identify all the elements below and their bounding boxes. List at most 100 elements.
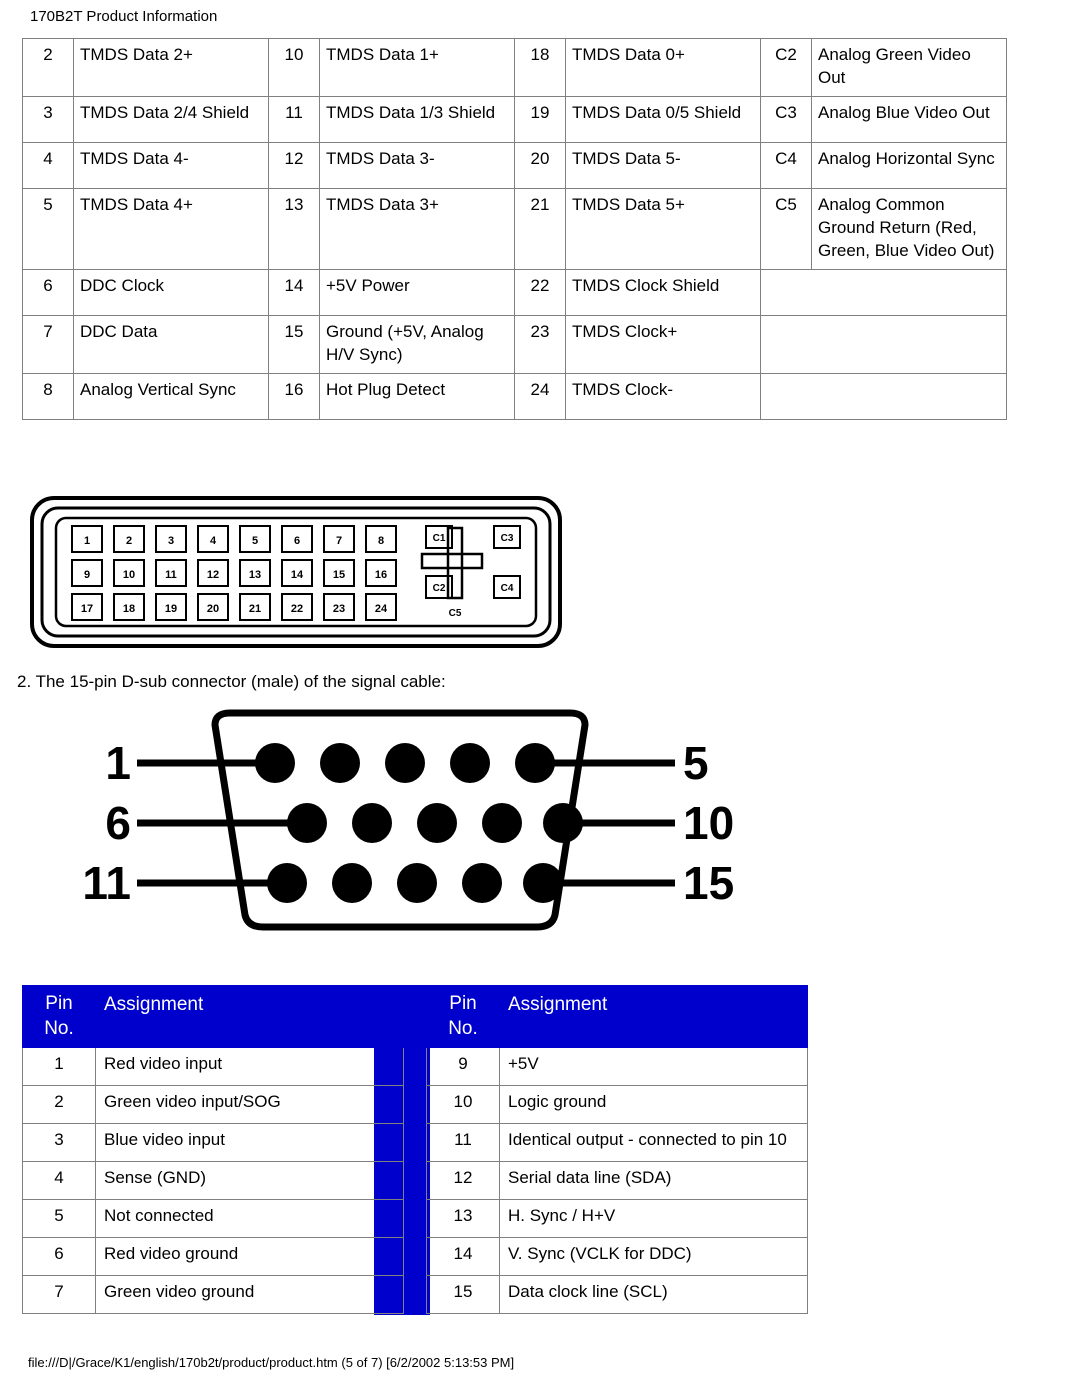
page-footer-path: file:///D|/Grace/K1/english/170b2t/produ… [28, 1355, 515, 1370]
vga-column-spacer [403, 1161, 427, 1200]
table-row: 7 Green video ground 15 Data clock line … [22, 1275, 808, 1315]
table-row: 3 TMDS Data 2/4 Shield 11 TMDS Data 1/3 … [22, 95, 1007, 143]
vga-pin-number: 15 [426, 1275, 500, 1315]
vga-pin-assignment: Identical output - connected to pin 10 [499, 1123, 808, 1163]
dvi-pin-name: TMDS Data 1+ [319, 38, 515, 97]
svg-text:15: 15 [333, 569, 345, 581]
svg-text:18: 18 [123, 603, 135, 615]
svg-text:22: 22 [291, 603, 303, 615]
table-row: 8 Analog Vertical Sync 16 Hot Plug Detec… [22, 372, 1007, 420]
vga-pin-assignment: V. Sync (VCLK for DDC) [499, 1237, 808, 1277]
dvi-pin-number: C5 [760, 187, 812, 270]
vga-column-spacer [403, 985, 427, 1048]
dvi-pin-name: Analog Vertical Sync [73, 372, 269, 420]
dvi-pin-number: C3 [760, 95, 812, 143]
dvi-pin-number: 6 [22, 268, 74, 316]
vga-pin-assignment-table: Pin No. Assignment Pin No. Assignment 1 … [22, 984, 808, 1315]
dvi-pin-number: 24 [514, 372, 566, 420]
dvi-pin-name: TMDS Data 5- [565, 141, 761, 189]
vga-pin-assignment: Sense (GND) [95, 1161, 404, 1201]
vga-column-spacer [403, 1237, 427, 1276]
svg-text:24: 24 [375, 603, 388, 615]
dvi-pin-number: 13 [268, 187, 320, 270]
dvi-connector-diagram: 1234 5678 9 10 11 12 13 14 15 16 17 18 19 20 21 22… [28, 492, 568, 652]
svg-text:8: 8 [378, 535, 384, 547]
vga-pin-assignment: H. Sync / H+V [499, 1199, 808, 1239]
dvi-pin-number: 14 [268, 268, 320, 316]
svg-text:20: 20 [207, 603, 219, 615]
dvi-pin-name: Analog Common Ground Return (Red, Green,… [811, 187, 1007, 270]
vga-pin-assignment: Blue video input [95, 1123, 404, 1163]
svg-text:C2: C2 [433, 583, 446, 594]
vga-column-spacer [403, 1085, 427, 1124]
vga-pin-assignment: Data clock line (SCL) [499, 1275, 808, 1315]
vga-header-assignment-right: Assignment [499, 984, 808, 1049]
dvi-pin-name: TMDS Clock Shield [565, 268, 761, 316]
vga-pin-number: 11 [426, 1123, 500, 1163]
svg-text:19: 19 [165, 603, 177, 615]
svg-text:C4: C4 [501, 583, 514, 594]
vga-column-spacer [403, 1275, 427, 1314]
dvi-pin-name: TMDS Data 2/4 Shield [73, 95, 269, 143]
table-row: 1 Red video input 9 +5V [22, 1047, 808, 1087]
svg-text:5: 5 [683, 737, 709, 789]
svg-text:5: 5 [252, 535, 258, 547]
dvi-pin-assignment-table: 2 TMDS Data 2+ 10 TMDS Data 1+ 18 TMDS D… [22, 38, 1007, 420]
svg-text:1: 1 [105, 737, 131, 789]
dvi-pin-name: Analog Blue Video Out [811, 95, 1007, 143]
svg-text:4: 4 [210, 535, 217, 547]
table-row: 6 DDC Clock 14 +5V Power 22 TMDS Clock S… [22, 268, 1007, 316]
dvi-empty-cell [760, 372, 1007, 420]
page-header-title: 170B2T Product Information [30, 8, 218, 25]
vga-pin-number: 4 [22, 1161, 96, 1201]
vga-pin-number: 6 [22, 1237, 96, 1277]
dvi-pin-number: 3 [22, 95, 74, 143]
dvi-pin-number: 8 [22, 372, 74, 420]
vga-pin-assignment: +5V [499, 1047, 808, 1087]
dvi-pin-name: DDC Clock [73, 268, 269, 316]
dvi-pin-name: TMDS Data 0+ [565, 38, 761, 97]
dvi-pin-name: TMDS Data 3- [319, 141, 515, 189]
dvi-pin-number: 16 [268, 372, 320, 420]
vga-pin-number: 1 [22, 1047, 96, 1087]
dvi-empty-cell [760, 268, 1007, 316]
svg-text:7: 7 [336, 535, 342, 547]
dvi-pin-name: TMDS Data 0/5 Shield [565, 95, 761, 143]
svg-text:C3: C3 [501, 533, 514, 544]
vga-pin-number: 7 [22, 1275, 96, 1315]
dvi-pin-number: 19 [514, 95, 566, 143]
dvi-empty-cell [760, 314, 1007, 374]
vga-pin-assignment: Green video ground [95, 1275, 404, 1315]
vga-pin-number: 5 [22, 1199, 96, 1239]
vga-pin-assignment: Green video input/SOG [95, 1085, 404, 1125]
dvi-pin-number: 23 [514, 314, 566, 374]
dvi-pin-name: Analog Green Video Out [811, 38, 1007, 97]
svg-text:11: 11 [82, 857, 131, 909]
table-header-row: Pin No. Assignment Pin No. Assignment [22, 984, 808, 1049]
dvi-pin-name: TMDS Clock+ [565, 314, 761, 374]
dvi-pin-number: C2 [760, 38, 812, 97]
svg-text:2: 2 [126, 535, 132, 547]
vga-pin-assignment: Serial data line (SDA) [499, 1161, 808, 1201]
dvi-pin-number: 15 [268, 314, 320, 374]
svg-text:1: 1 [84, 535, 90, 547]
dvi-pin-number: 10 [268, 38, 320, 97]
svg-text:9: 9 [84, 569, 90, 581]
vga-pin-number: 9 [426, 1047, 500, 1087]
vga-pin-assignment-table-wrapper: Pin No. Assignment Pin No. Assignment 1 … [22, 984, 822, 1315]
vga-column-spacer [403, 1123, 427, 1162]
svg-text:16: 16 [375, 569, 387, 581]
vga-pin-number: 13 [426, 1199, 500, 1239]
svg-text:21: 21 [249, 603, 261, 615]
table-row: 4 TMDS Data 4- 12 TMDS Data 3- 20 TMDS D… [22, 141, 1007, 189]
svg-text:12: 12 [207, 569, 219, 581]
dvi-pin-name: TMDS Data 3+ [319, 187, 515, 270]
vga-column-spacer [403, 1047, 427, 1086]
table-row: 3 Blue video input 11 Identical output -… [22, 1123, 808, 1163]
dvi-pin-name: TMDS Data 5+ [565, 187, 761, 270]
svg-text:23: 23 [333, 603, 345, 615]
vga-column-spacer [403, 1199, 427, 1238]
dsub-connector-diagram: 1 6 11 5 10 15 [75, 705, 775, 945]
svg-text:11: 11 [165, 569, 177, 581]
table-row: 7 DDC Data 15 Ground (+5V, Analog H/V Sy… [22, 314, 1007, 374]
